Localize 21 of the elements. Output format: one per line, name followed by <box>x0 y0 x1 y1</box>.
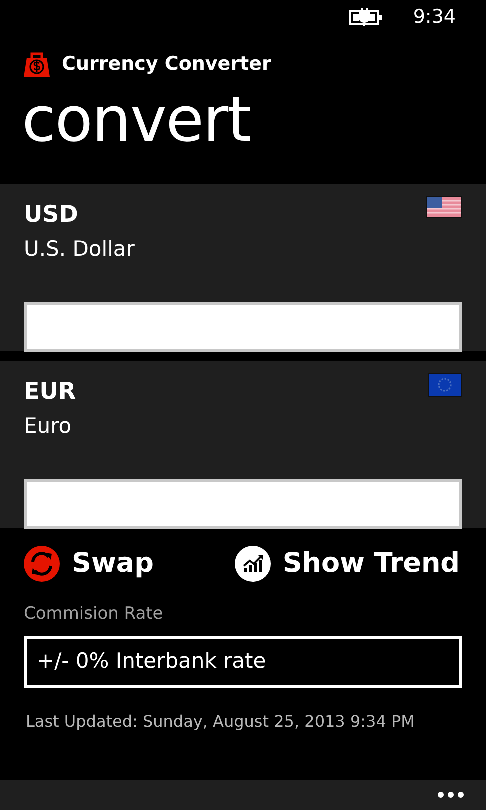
swap-icon <box>24 546 60 582</box>
battery-icon <box>349 8 384 26</box>
flag-icon <box>426 196 462 218</box>
flag-icon <box>428 372 462 396</box>
commission-picker[interactable]: +/- 0% Interbank rate <box>24 636 462 688</box>
amount-field[interactable] <box>24 478 462 528</box>
show-trend-button[interactable]: Show Trend <box>234 544 460 584</box>
currency-code: USD <box>24 200 78 230</box>
money-bag-icon <box>24 52 50 77</box>
page-title: convert <box>21 82 252 150</box>
currency-name: Euro <box>24 413 73 440</box>
more-icon[interactable] <box>438 792 464 798</box>
clock-time: 9:34 <box>413 4 456 30</box>
swap-button[interactable]: Swap <box>24 544 154 584</box>
app-title: Currency Converter <box>62 52 272 77</box>
amount-field[interactable] <box>24 302 462 352</box>
chart-icon <box>234 546 271 582</box>
currency-name: U.S. Dollar <box>24 236 136 263</box>
last-updated-text: Last Updated: Sunday, August 25, 2013 9:34 PM <box>25 710 416 732</box>
currency-code: EUR <box>24 378 76 406</box>
commission-label: Commision Rate <box>23 603 164 626</box>
